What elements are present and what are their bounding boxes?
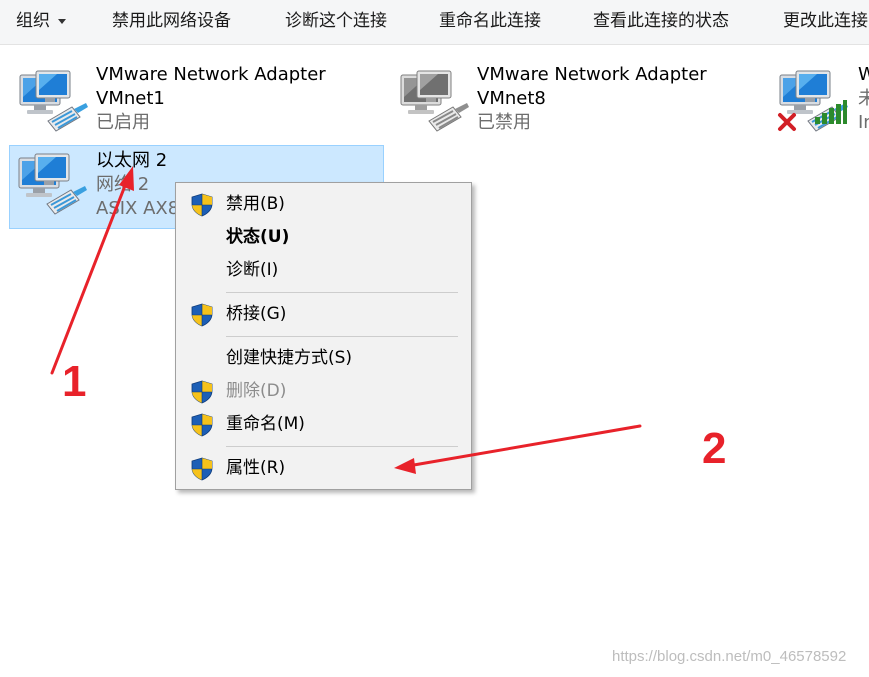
organize-menu-button[interactable]: 组织 (16, 0, 66, 44)
menu-item-create-shortcut[interactable]: 创建快捷方式(S) (176, 343, 471, 374)
command-bar: 组织 禁用此网络设备 诊断这个连接 重命名此连接 查看此连接的状态 更改此连接 (0, 0, 869, 45)
network-adapter-icon (13, 150, 89, 220)
change-settings-button[interactable]: 更改此连接 (783, 0, 868, 44)
network-adapter-icon (395, 67, 471, 137)
adapter-status: 已禁用 (477, 112, 531, 133)
menu-item-label: 桥接(G) (226, 304, 287, 324)
adapter-name: VMware Network Adapter (96, 64, 326, 85)
menu-item-delete: 删除(D) (176, 376, 471, 407)
network-adapter-icon (14, 67, 90, 137)
caret-down-icon (58, 18, 66, 24)
annotation-number-1: 1 (62, 357, 87, 406)
rename-connection-button[interactable]: 重命名此连接 (439, 0, 541, 44)
menu-item-properties[interactable]: 属性(R) (176, 453, 471, 484)
menu-item-label: 禁用(B) (226, 194, 285, 214)
adapter-name: VMware Network Adapter (477, 64, 707, 85)
adapter-wlan[interactable]: W 未 In (772, 57, 869, 141)
adapter-status: 已启用 (96, 112, 150, 133)
uac-shield-icon (191, 457, 213, 481)
menu-item-label: 属性(R) (226, 458, 286, 478)
adapter-detail: In (858, 112, 869, 133)
annotation-number-2: 2 (702, 424, 727, 473)
uac-shield-icon (191, 380, 213, 404)
menu-item-diagnose[interactable]: 诊断(I) (176, 255, 471, 286)
adapter-vmnet1[interactable]: VMware Network Adapter VMnet1 已启用 (10, 57, 380, 141)
uac-shield-icon (191, 303, 213, 327)
menu-separator (226, 292, 458, 293)
menu-item-label: 重命名(M) (226, 414, 305, 434)
menu-item-rename[interactable]: 重命名(M) (176, 409, 471, 440)
adapter-network: 网络 2 (96, 174, 150, 195)
menu-item-label: 创建快捷方式(S) (226, 348, 353, 368)
context-menu: 禁用(B) 状态(U) 诊断(I) 桥接(G) 创建快捷方式(S) 删除(D) … (175, 182, 472, 490)
uac-shield-icon (191, 413, 213, 437)
menu-separator (226, 336, 458, 337)
signal-strength-icon (815, 100, 847, 124)
adapter-status: 未 (858, 88, 869, 109)
menu-separator (226, 446, 458, 447)
disable-device-button[interactable]: 禁用此网络设备 (112, 0, 231, 44)
adapter-name-line2: VMnet1 (96, 88, 165, 109)
menu-item-disable[interactable]: 禁用(B) (176, 189, 471, 220)
uac-shield-icon (191, 193, 213, 217)
menu-item-label: 删除(D) (226, 381, 287, 401)
adapter-name: W (858, 64, 869, 85)
menu-item-status[interactable]: 状态(U) (176, 222, 471, 253)
watermark: https://blog.csdn.net/m0_46578592 (612, 648, 847, 665)
adapter-name-line2: VMnet8 (477, 88, 546, 109)
adapter-name: 以太网 2 (96, 150, 168, 171)
adapter-device: ASIX AX8 (96, 198, 180, 219)
menu-item-label: 诊断(I) (226, 260, 279, 280)
diagnose-connection-button[interactable]: 诊断这个连接 (285, 0, 387, 44)
disconnected-x-icon (778, 113, 796, 131)
adapter-vmnet8[interactable]: VMware Network Adapter VMnet8 已禁用 (391, 57, 761, 141)
view-status-button[interactable]: 查看此连接的状态 (593, 0, 729, 44)
organize-label: 组织 (16, 11, 50, 31)
menu-item-label: 状态(U) (226, 227, 290, 247)
menu-item-bridge[interactable]: 桥接(G) (176, 299, 471, 330)
